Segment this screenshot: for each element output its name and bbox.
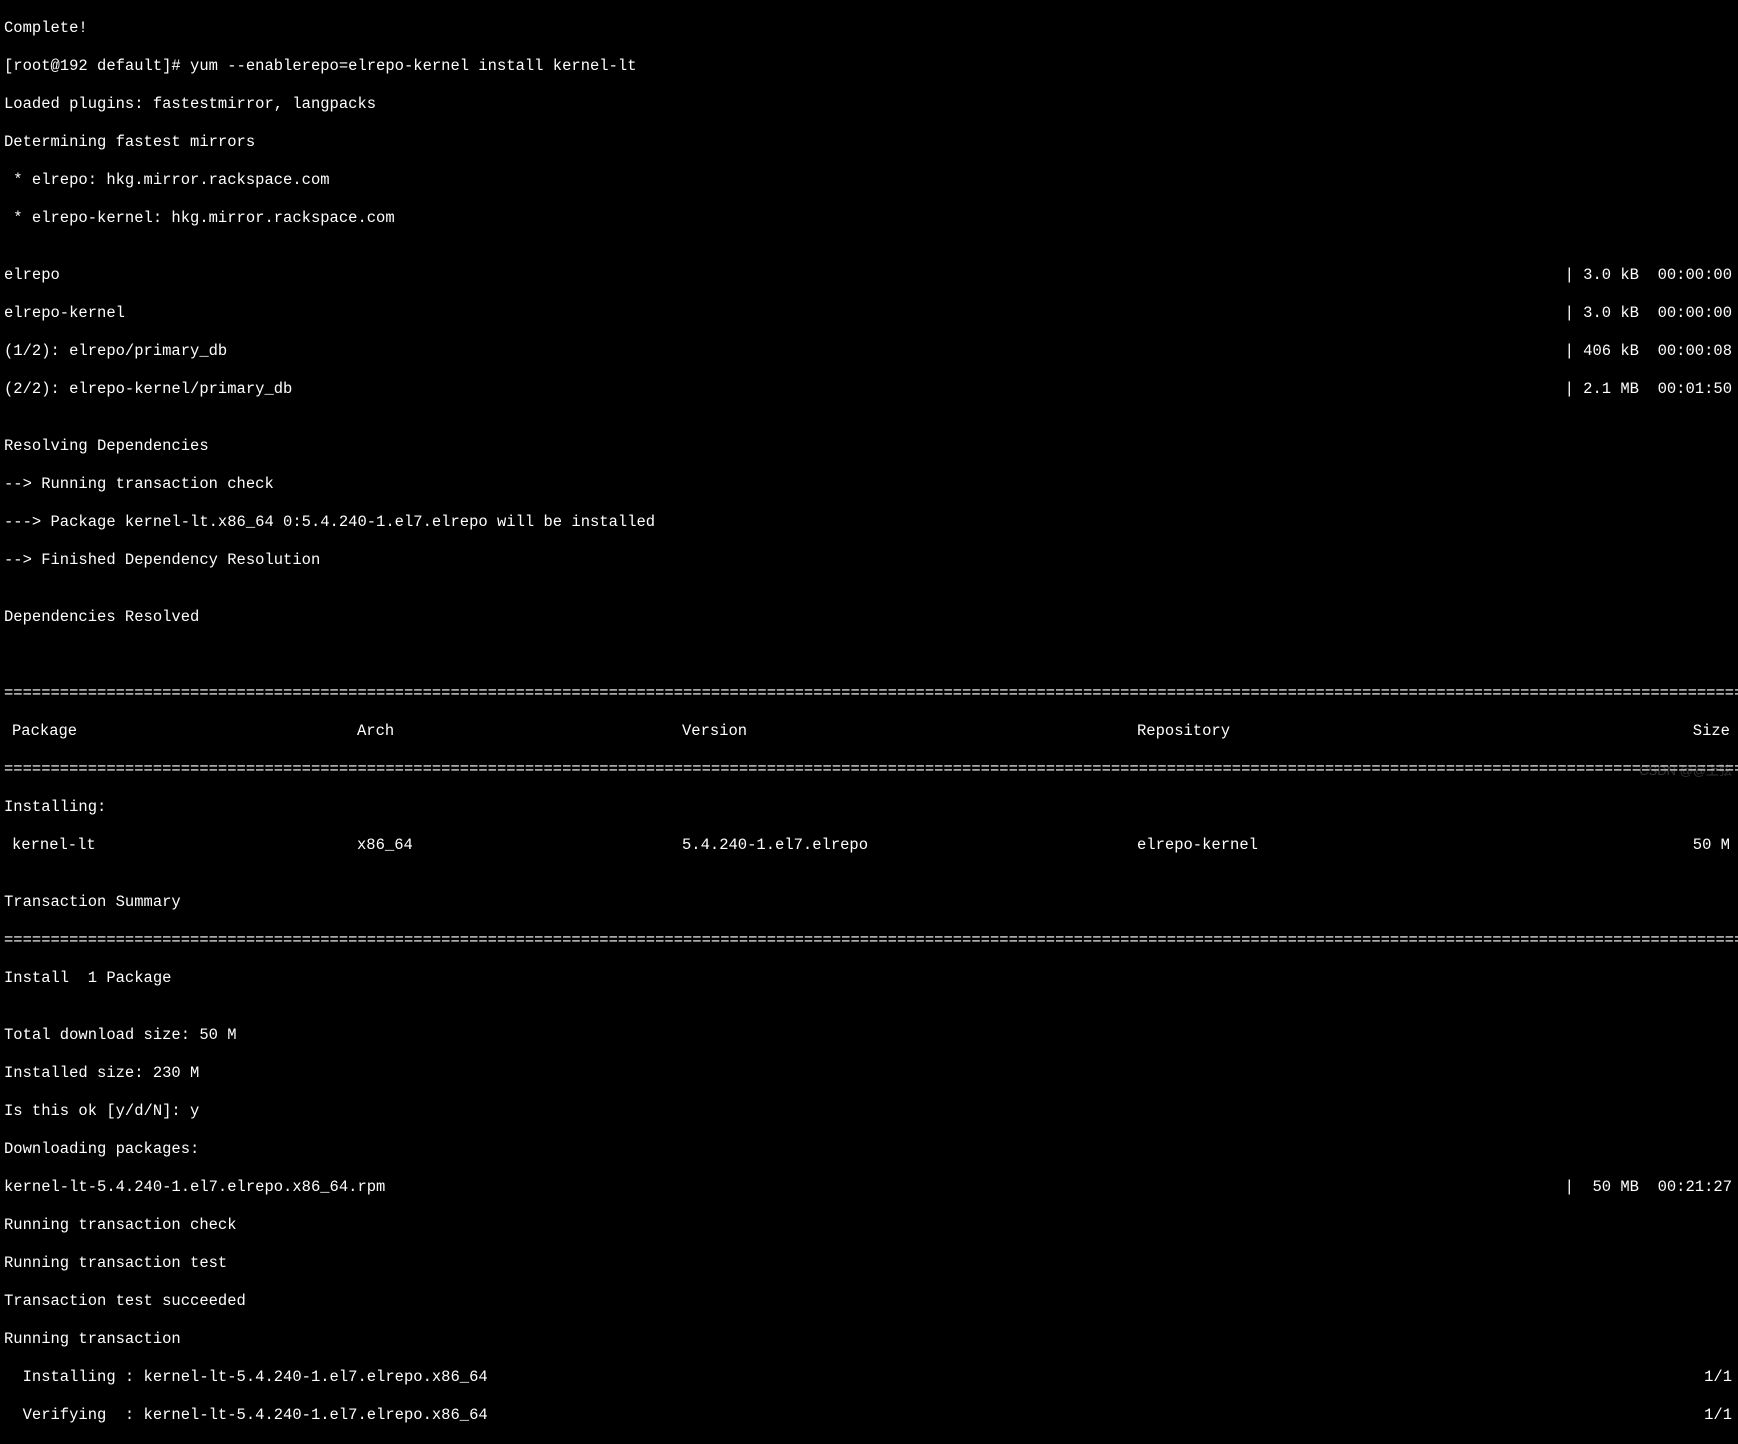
repo-fetch-row: elrepo-kernel| 3.0 kB 00:00:00 [4,304,1734,323]
cell-size: 50 M [1487,836,1734,855]
repo-fetch-row: (1/2): elrepo/primary_db| 406 kB 00:00:0… [4,342,1734,361]
repo-name: elrepo [4,266,1565,285]
line: Dependencies Resolved [4,608,1734,627]
repo-fetch-row: (2/2): elrepo-kernel/primary_db| 2.1 MB … [4,380,1734,399]
rule: ========================================… [4,760,1734,779]
line: Downloading packages: [4,1140,1734,1159]
install-counter: 1/1 [1704,1368,1734,1387]
download-stats: | 50 MB 00:21:27 [1565,1178,1734,1197]
line: Running transaction test [4,1254,1734,1273]
verify-step: Verifying : kernel-lt-5.4.240-1.el7.elre… [4,1406,1704,1425]
repo-stats: | 406 kB 00:00:08 [1565,342,1734,361]
repo-stats: | 3.0 kB 00:00:00 [1565,266,1734,285]
repo-stats: | 2.1 MB 00:01:50 [1565,380,1734,399]
install-step: Installing : kernel-lt-5.4.240-1.el7.elr… [4,1368,1704,1387]
repo-name: (1/2): elrepo/primary_db [4,342,1565,361]
cell-version: 5.4.240-1.el7.elrepo [682,836,1137,855]
line: Installed size: 230 M [4,1064,1734,1083]
line: Total download size: 50 M [4,1026,1734,1045]
section-header: Transaction Summary [4,893,1734,912]
repo-fetch-row: elrepo| 3.0 kB 00:00:00 [4,266,1734,285]
prompt-line: [root@192 default]# yum --enablerepo=elr… [4,57,1734,76]
line: Loaded plugins: fastestmirror, langpacks [4,95,1734,114]
line: --> Finished Dependency Resolution [4,551,1734,570]
line: Install 1 Package [4,969,1734,988]
repo-name: elrepo-kernel [4,304,1565,323]
download-file: kernel-lt-5.4.240-1.el7.elrepo.x86_64.rp… [4,1178,1565,1197]
line: --> Running transaction check [4,475,1734,494]
col-repository: Repository [1137,722,1487,741]
col-version: Version [682,722,1137,741]
repo-stats: | 3.0 kB 00:00:00 [1565,304,1734,323]
verify-progress-row: Verifying : kernel-lt-5.4.240-1.el7.elre… [4,1406,1734,1425]
line: ---> Package kernel-lt.x86_64 0:5.4.240-… [4,513,1734,532]
cell-arch: x86_64 [357,836,682,855]
cell-package: kernel-lt [4,836,357,855]
verify-counter: 1/1 [1704,1406,1734,1425]
rule: ========================================… [4,931,1734,950]
col-package: Package [4,722,357,741]
watermark: CSDN @@上弦 [1639,761,1732,780]
line: Transaction test succeeded [4,1292,1734,1311]
line: Running transaction check [4,1216,1734,1235]
section-header: Installing: [4,798,1734,817]
download-row: kernel-lt-5.4.240-1.el7.elrepo.x86_64.rp… [4,1178,1734,1197]
line: * elrepo: hkg.mirror.rackspace.com [4,171,1734,190]
install-progress-row: Installing : kernel-lt-5.4.240-1.el7.elr… [4,1368,1734,1387]
line: Complete! [4,19,1734,38]
repo-name: (2/2): elrepo-kernel/primary_db [4,380,1565,399]
line: Determining fastest mirrors [4,133,1734,152]
rule: ========================================… [4,684,1734,703]
line: * elrepo-kernel: hkg.mirror.rackspace.co… [4,209,1734,228]
line: Resolving Dependencies [4,437,1734,456]
cell-repository: elrepo-kernel [1137,836,1487,855]
col-size: Size [1487,722,1734,741]
table-row: kernel-lt x86_64 5.4.240-1.el7.elrepo el… [4,836,1734,855]
table-header: Package Arch Version Repository Size [4,722,1734,741]
line: Running transaction [4,1330,1734,1349]
confirm-prompt: Is this ok [y/d/N]: y [4,1102,1734,1121]
terminal-output[interactable]: Complete! [root@192 default]# yum --enab… [0,0,1738,1444]
col-arch: Arch [357,722,682,741]
